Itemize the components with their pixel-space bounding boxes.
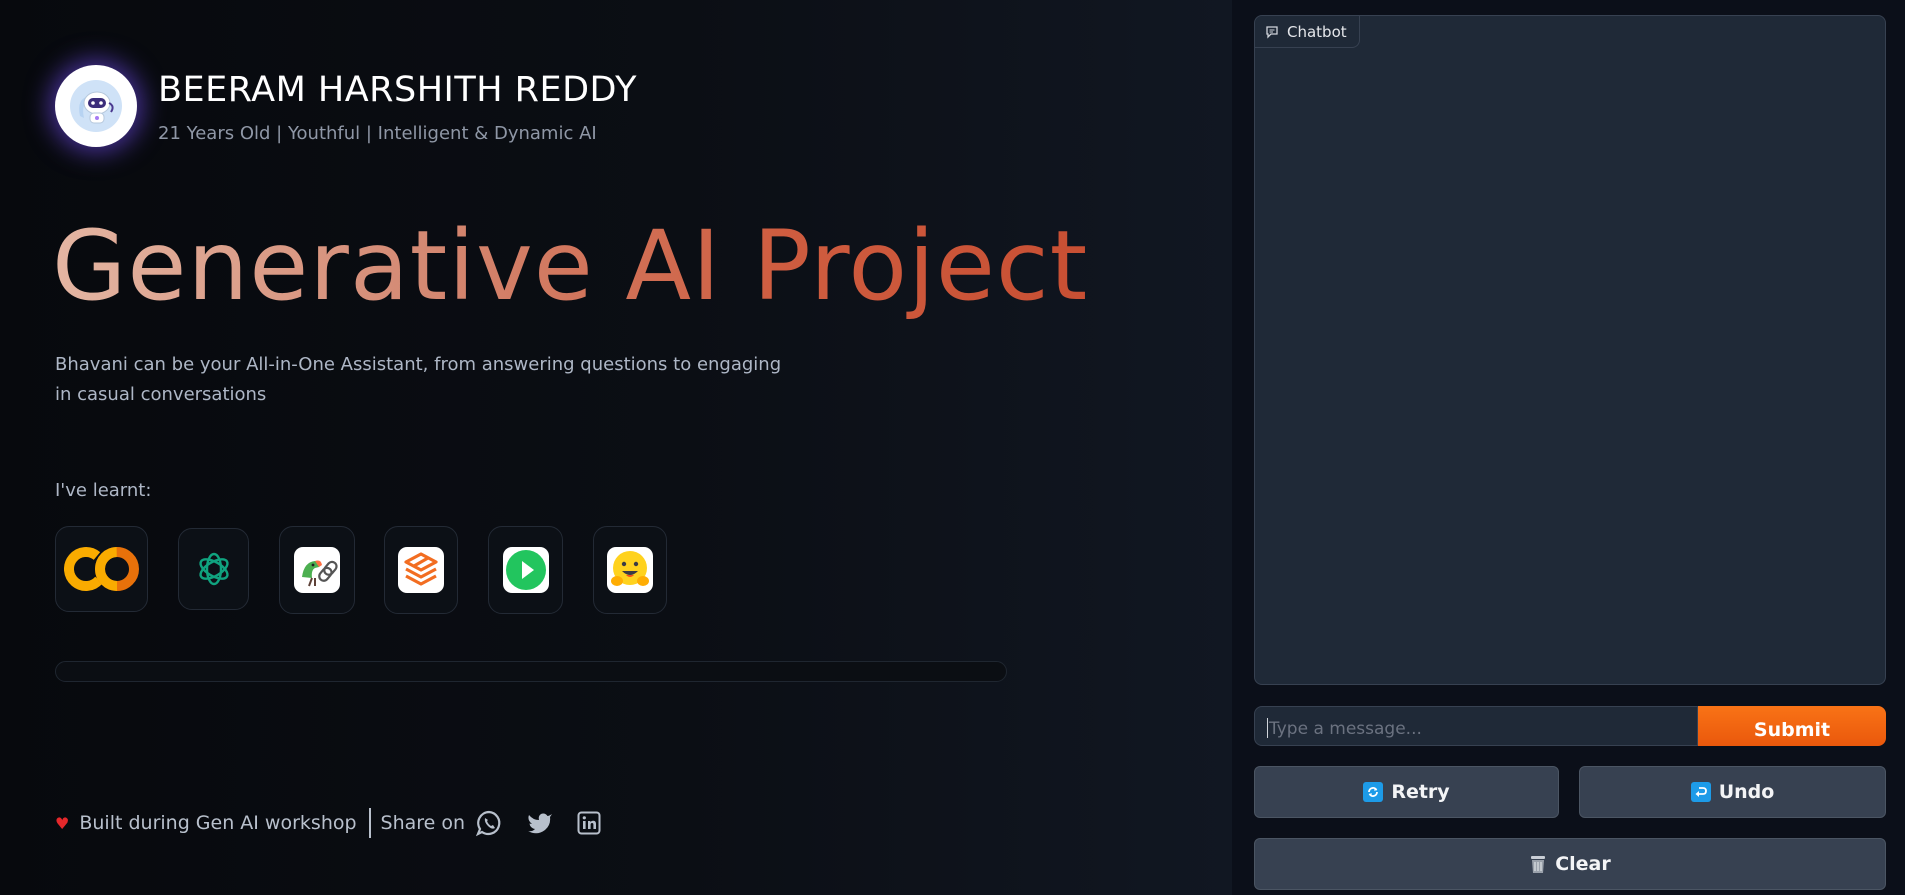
robot-icon xyxy=(70,80,122,132)
footer: ♥ Built during Gen AI workshop Share on xyxy=(55,808,601,838)
left-panel: BEERAM HARSHITH REDDY 21 Years Old | You… xyxy=(0,0,1232,895)
google-colab-icon xyxy=(63,547,139,591)
share-twitter-link[interactable] xyxy=(527,811,553,835)
layers-stack-icon xyxy=(398,547,444,593)
hugging-face-icon xyxy=(607,547,653,593)
clear-label: Clear xyxy=(1555,853,1611,875)
profile-name: BEERAM HARSHITH REDDY xyxy=(158,70,637,110)
linkedin-icon xyxy=(577,811,601,835)
retry-label: Retry xyxy=(1391,781,1450,803)
heart-icon: ♥ xyxy=(55,813,70,833)
twitter-icon xyxy=(528,813,553,834)
page-title: Generative AI Project xyxy=(52,210,1089,322)
profile-tagline: 21 Years Old | Youthful | Intelligent & … xyxy=(158,123,597,144)
project-description: Bhavani can be your All-in-One Assistant… xyxy=(55,354,782,405)
trash-icon xyxy=(1531,856,1546,873)
share-label: Share on xyxy=(380,812,466,834)
whatsapp-icon xyxy=(475,810,501,837)
footer-divider xyxy=(368,808,371,838)
built-during-text: Built during Gen AI workshop xyxy=(79,812,357,834)
tool-tile-colab xyxy=(55,526,148,612)
tool-tile-layers xyxy=(384,526,458,614)
avatar xyxy=(55,65,137,147)
share-whatsapp-link[interactable] xyxy=(475,809,503,837)
share-linkedin-link[interactable] xyxy=(577,811,601,835)
undo-label: Undo xyxy=(1718,781,1775,803)
chat-bubble-icon xyxy=(1266,25,1278,39)
chatbot-label-text: Chatbot xyxy=(1287,22,1347,41)
play-button-icon xyxy=(502,547,549,593)
undo-icon xyxy=(1690,782,1711,802)
progress-bar xyxy=(55,661,1007,682)
undo-button[interactable]: Undo xyxy=(1579,766,1886,818)
tool-tile-langchain xyxy=(279,526,355,614)
submit-button[interactable]: Submit xyxy=(1698,706,1886,746)
openai-icon xyxy=(198,552,229,586)
chatbot-label: Chatbot xyxy=(1255,16,1360,48)
tool-tile-huggingface xyxy=(593,526,667,614)
learnt-label: I've learnt: xyxy=(55,480,152,501)
tool-tile-openai xyxy=(178,528,249,610)
chatbot-panel[interactable]: Chatbot xyxy=(1254,15,1886,685)
langchain-icon xyxy=(294,547,340,593)
tool-tile-play xyxy=(488,526,563,614)
message-input[interactable] xyxy=(1254,706,1698,746)
text-caret xyxy=(1267,718,1268,738)
retry-button[interactable]: Retry xyxy=(1254,766,1559,818)
clear-button[interactable]: Clear xyxy=(1254,838,1886,890)
retry-icon xyxy=(1363,782,1384,802)
